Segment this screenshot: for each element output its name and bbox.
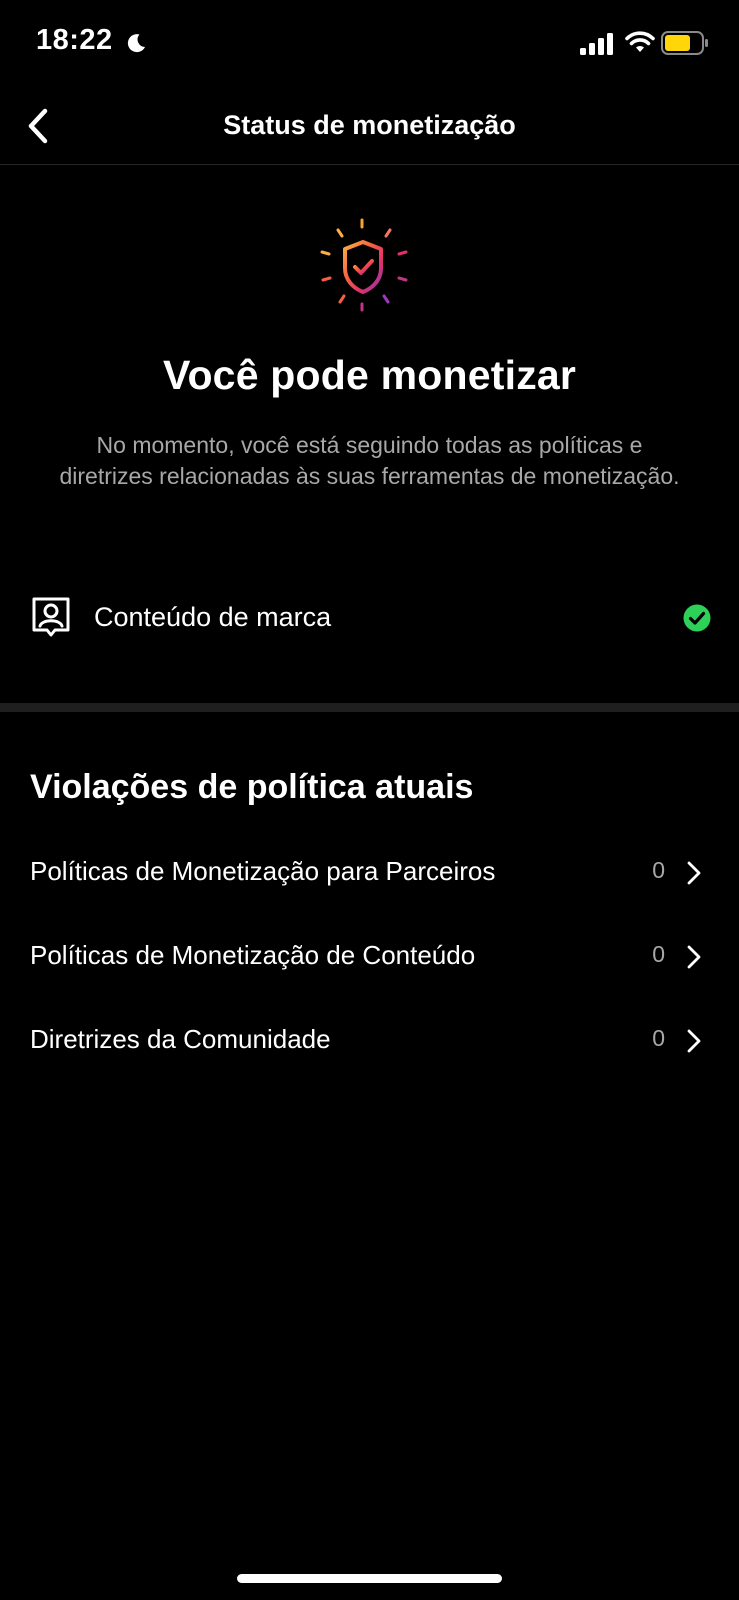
- moon-icon: [127, 34, 145, 53]
- hero-description: No momento, você está seguindo todas as …: [59, 432, 680, 489]
- chevron-right-icon: [687, 1029, 701, 1053]
- shield-check-icon: [320, 218, 408, 312]
- policy-row-partner-monetization[interactable]: Políticas de Monetização para Parceiros …: [0, 836, 739, 908]
- policy-row-content-monetization[interactable]: Políticas de Monetização de Conteúdo 0: [0, 920, 739, 992]
- branded-content-row[interactable]: Conteúdo de marca: [0, 580, 739, 660]
- chevron-right-icon: [687, 945, 701, 969]
- branded-content-icon: [32, 597, 70, 637]
- nav-bar: Status de monetização: [0, 90, 739, 165]
- branded-content-label: Conteúdo de marca: [94, 602, 332, 632]
- chevron-right-icon: [687, 861, 701, 885]
- home-indicator[interactable]: [237, 1574, 502, 1583]
- battery-icon: [661, 31, 708, 55]
- policy-label: Políticas de Monetização de Conteúdo: [30, 940, 476, 970]
- policy-count: 0: [652, 941, 665, 967]
- page-title: Status de monetização: [223, 110, 516, 140]
- policy-count: 0: [652, 1025, 665, 1051]
- policy-row-community-guidelines[interactable]: Diretrizes da Comunidade 0: [0, 1004, 739, 1076]
- status-bar: 18:22: [0, 0, 739, 90]
- section-divider: [0, 703, 739, 712]
- wifi-icon: [625, 31, 655, 52]
- cellular-signal-icon: [580, 33, 613, 55]
- hero-title: Você pode monetizar: [162, 352, 577, 398]
- policy-label: Diretrizes da Comunidade: [30, 1024, 331, 1054]
- policy-count: 0: [652, 857, 665, 883]
- check-circle-icon: [683, 604, 711, 632]
- policy-label: Políticas de Monetização para Parceiros: [30, 856, 496, 886]
- violations-section-title: Violações de política atuais: [30, 768, 474, 806]
- status-time: 18:22: [36, 24, 113, 56]
